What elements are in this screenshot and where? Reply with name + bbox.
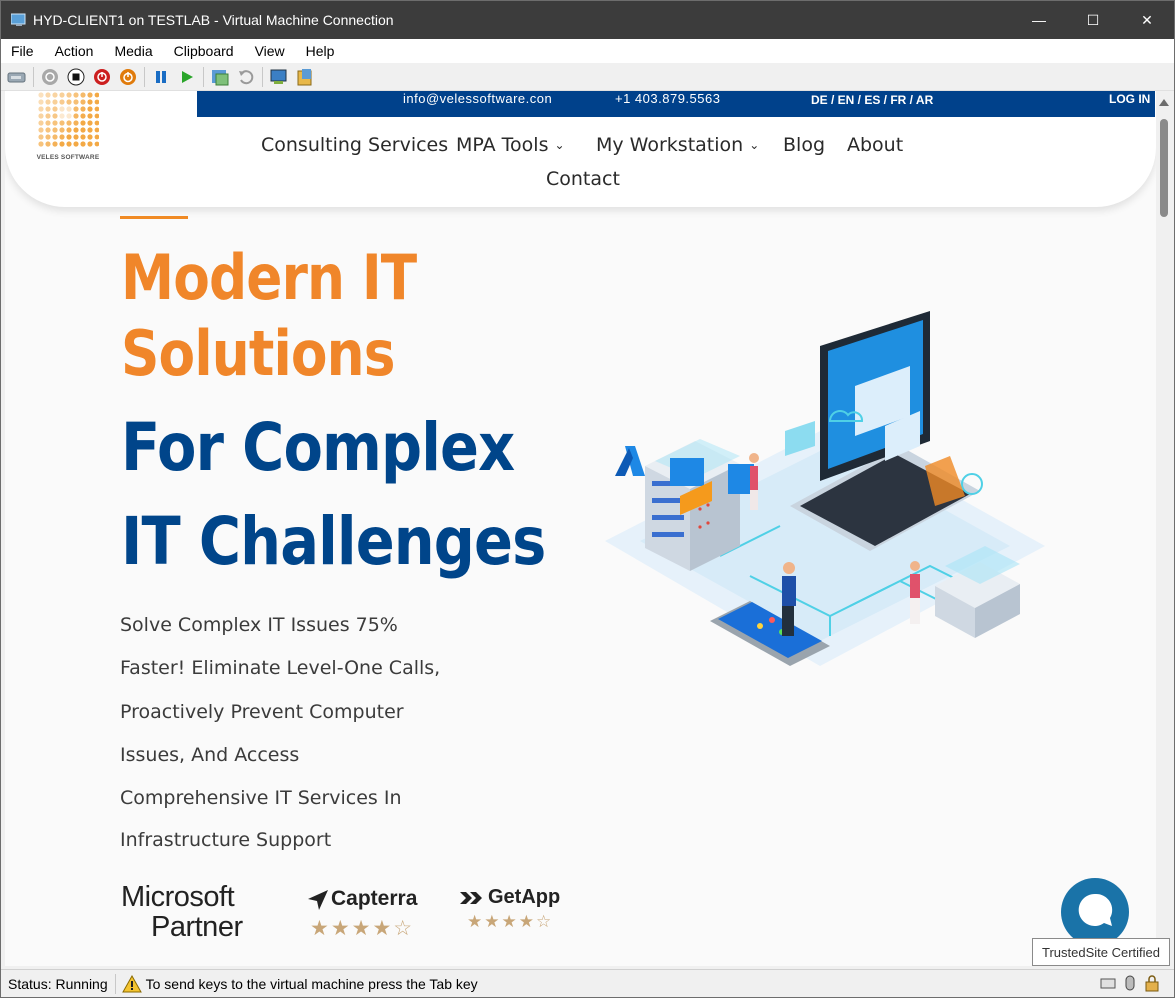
status-bar: Status: Running To send keys to the virt… bbox=[1, 969, 1174, 997]
nav-blog[interactable]: Blog bbox=[783, 134, 825, 156]
contact-topbar: info@velessoftware.con +1 403.879.5563 D… bbox=[197, 91, 1155, 117]
menu-file[interactable]: File bbox=[11, 43, 34, 59]
keyboard-icon bbox=[1100, 974, 1116, 992]
hero-paragraph-line: Solve Complex IT Issues 75% bbox=[120, 614, 398, 636]
partner-label: Partner bbox=[151, 911, 243, 943]
hero-title-line2: Solutions bbox=[121, 317, 395, 390]
hero-illustration bbox=[605, 311, 1045, 666]
nav-about[interactable]: About bbox=[847, 134, 903, 156]
maximize-button[interactable]: ☐ bbox=[1066, 1, 1120, 39]
toolbar-separator bbox=[203, 66, 204, 87]
chevron-down-icon: ⌄ bbox=[554, 138, 565, 152]
title-bar: HYD-CLIENT1 on TESTLAB - Virtual Machine… bbox=[1, 1, 1174, 39]
chat-bubble-icon bbox=[1078, 893, 1113, 926]
getapp-chevrons-icon bbox=[460, 892, 482, 904]
toolbar bbox=[1, 63, 1174, 91]
hero-paragraph-line: Proactively Prevent Computer bbox=[120, 701, 404, 723]
menu-action[interactable]: Action bbox=[55, 43, 94, 59]
resume-icon[interactable] bbox=[177, 67, 197, 87]
azure-logo bbox=[615, 446, 645, 476]
nav-mpa-tools[interactable]: MPA Tools ⌄ bbox=[456, 134, 565, 156]
hero-paragraph-line: Issues, And Access bbox=[120, 744, 300, 766]
nav-consulting-services[interactable]: Consulting Services bbox=[261, 134, 448, 156]
power-icon[interactable] bbox=[118, 67, 138, 87]
close-button[interactable]: ✕ bbox=[1120, 1, 1174, 39]
getapp-badge[interactable]: GetApp ★★★★☆ bbox=[460, 886, 560, 931]
hero-paragraph-line: Faster! Eliminate Level-One Calls, bbox=[120, 657, 441, 679]
hero-title-line3: For Complex bbox=[121, 409, 515, 486]
shut-down-icon[interactable] bbox=[92, 67, 112, 87]
capterra-badge[interactable]: Capterra ★★★★☆ bbox=[307, 886, 422, 946]
start-icon[interactable] bbox=[40, 67, 60, 87]
minimize-button[interactable]: — bbox=[1012, 1, 1066, 39]
nav-contact[interactable]: Contact bbox=[546, 168, 620, 190]
trustedsite-tooltip: TrustedSite Certified bbox=[1032, 938, 1170, 966]
scroll-thumb[interactable] bbox=[1160, 119, 1168, 217]
warning-icon bbox=[121, 974, 142, 992]
enhanced-session-icon[interactable] bbox=[269, 67, 289, 87]
nav-my-workstation-label: My Workstation bbox=[596, 134, 744, 156]
person-woman-top bbox=[749, 453, 759, 510]
microsoft-label: Microsoft bbox=[121, 881, 235, 913]
share-icon[interactable] bbox=[295, 67, 315, 87]
nav-my-workstation[interactable]: My Workstation ⌄ bbox=[596, 134, 759, 156]
logo-mark bbox=[38, 92, 99, 147]
getapp-label: GetApp bbox=[488, 886, 561, 908]
chevron-down-icon: ⌄ bbox=[749, 138, 760, 152]
toolbar-separator bbox=[144, 66, 145, 87]
hero-paragraph-line: Infrastructure Support bbox=[120, 829, 332, 851]
capterra-label: Capterra bbox=[331, 887, 418, 910]
capterra-arrow-icon bbox=[308, 890, 328, 910]
menu-media[interactable]: Media bbox=[114, 43, 152, 59]
microsoft-partner-badge: Microsoft Partner bbox=[121, 881, 251, 943]
vm-display[interactable]: info@velessoftware.con +1 403.879.5563 D… bbox=[5, 91, 1156, 966]
hero-title-line1: Modern IT bbox=[121, 241, 417, 314]
nav-mpa-tools-label: MPA Tools bbox=[456, 134, 549, 156]
phone-link[interactable]: +1 403.879.5563 bbox=[615, 91, 720, 106]
toolbar-separator bbox=[33, 66, 34, 87]
hero-paragraph-line: Comprehensive IT Services In bbox=[120, 787, 402, 809]
menu-view[interactable]: View bbox=[255, 43, 285, 59]
revert-icon[interactable] bbox=[236, 67, 256, 87]
vm-connection-window: HYD-CLIENT1 on TESTLAB - Virtual Machine… bbox=[0, 0, 1175, 998]
accent-line bbox=[120, 216, 188, 219]
menu-clipboard[interactable]: Clipboard bbox=[174, 43, 234, 59]
scroll-up-arrow-icon[interactable] bbox=[1159, 99, 1169, 106]
site-header: info@velessoftware.con +1 403.879.5563 D… bbox=[5, 91, 1156, 207]
chat-button[interactable] bbox=[1061, 878, 1129, 946]
email-link[interactable]: info@velessoftware.con bbox=[403, 91, 552, 106]
turn-off-icon[interactable] bbox=[66, 67, 86, 87]
status-hint: To send keys to the virtual machine pres… bbox=[145, 975, 478, 992]
veles-logo[interactable]: VELES SOFTWARE bbox=[35, 91, 101, 163]
pause-icon[interactable] bbox=[151, 67, 171, 87]
window-title: HYD-CLIENT1 on TESTLAB - Virtual Machine… bbox=[33, 12, 394, 28]
capterra-stars-icon: ★★★★☆ bbox=[310, 917, 415, 940]
language-switcher[interactable]: DE / EN / ES / FR / AR bbox=[811, 93, 933, 107]
vm-app-icon bbox=[10, 13, 27, 27]
checkpoint-icon[interactable] bbox=[210, 67, 230, 87]
toolbar-separator bbox=[262, 66, 263, 87]
mouse-icon bbox=[1122, 974, 1138, 992]
ctrl-alt-del-icon[interactable] bbox=[7, 67, 27, 87]
lock-icon bbox=[1144, 974, 1160, 992]
logo-text: VELES SOFTWARE bbox=[36, 154, 100, 161]
hero-title-line4: IT Challenges bbox=[121, 503, 546, 580]
getapp-stars-icon: ★★★★☆ bbox=[467, 912, 554, 931]
login-link[interactable]: LOG IN bbox=[1109, 92, 1150, 106]
vertical-scrollbar[interactable] bbox=[1156, 91, 1172, 966]
menu-help[interactable]: Help bbox=[306, 43, 335, 59]
menu-bar: File Action Media Clipboard View Help bbox=[1, 39, 1174, 63]
status-text: Status: Running bbox=[1, 973, 116, 994]
